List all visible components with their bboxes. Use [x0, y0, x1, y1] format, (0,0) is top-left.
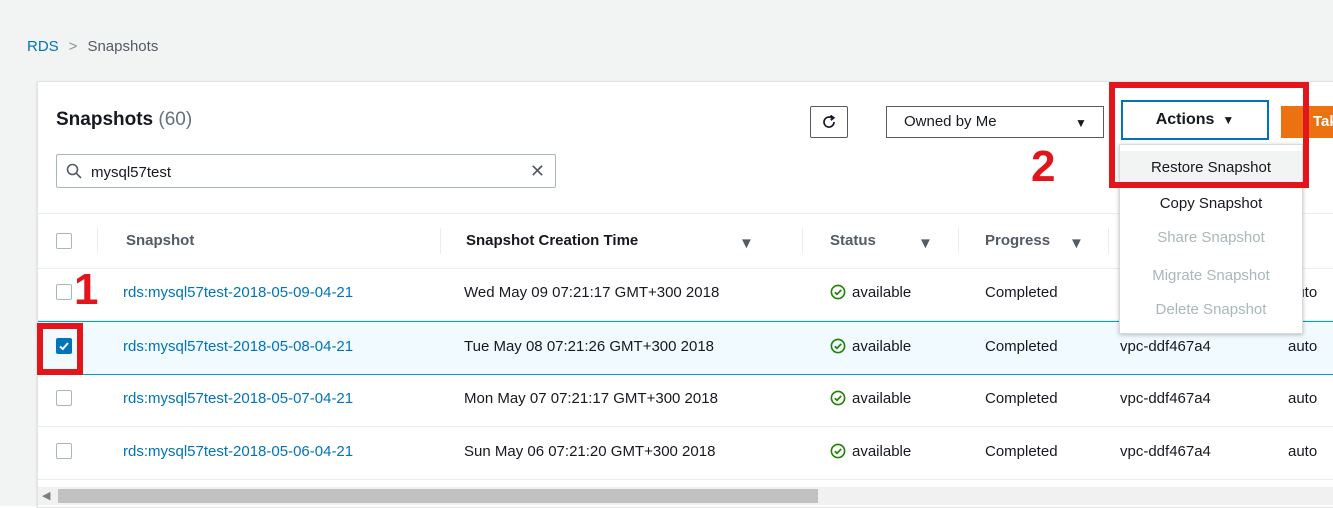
snapshot-link[interactable]: rds:mysql57test-2018-05-09-04-21 — [123, 284, 353, 301]
actions-button-label: Actions — [1155, 111, 1215, 128]
breadcrumb: RDS > Snapshots — [27, 38, 158, 55]
refresh-button[interactable] — [810, 106, 848, 138]
horizontal-scrollbar[interactable]: ◀ — [38, 487, 1333, 505]
type-cell: auto — [1288, 443, 1318, 460]
creation-time: Mon May 07 07:21:17 GMT+300 2018 — [464, 390, 718, 407]
scrollbar-thumb[interactable] — [58, 489, 818, 503]
breadcrumb-rds-link[interactable]: RDS — [27, 38, 59, 55]
search-box[interactable]: ✕ — [56, 154, 556, 188]
check-circle-icon — [830, 338, 846, 354]
check-circle-icon — [830, 390, 846, 406]
check-circle-icon — [830, 284, 846, 300]
snapshot-link[interactable]: rds:mysql57test-2018-05-06-04-21 — [123, 443, 353, 460]
search-icon — [66, 163, 82, 179]
caret-down-icon: ▼ — [1075, 116, 1087, 130]
owner-filter-value: Owned by Me — [904, 113, 997, 130]
row-checkbox[interactable] — [56, 443, 72, 459]
status-text: available — [852, 390, 912, 407]
scroll-left-arrow-icon[interactable]: ◀ — [42, 489, 50, 502]
breadcrumb-current: Snapshots — [87, 38, 159, 55]
sort-icon[interactable]: ▼ — [918, 235, 933, 252]
vpc-cell: vpc-ddf467a4 — [1120, 390, 1211, 407]
snapshot-link[interactable]: rds:mysql57test-2018-05-08-04-21 — [123, 338, 353, 355]
status-cell: available — [830, 284, 911, 301]
status-text: available — [852, 443, 912, 460]
snapshots-panel: Snapshots (60) ✕ Owned by Me ▼ Actions▼ … — [37, 81, 1333, 508]
actions-button[interactable]: Actions ▼ — [1121, 100, 1269, 140]
row-checkbox[interactable] — [56, 284, 72, 300]
panel-title-text: Snapshots — [56, 109, 154, 130]
status-cell: available — [830, 443, 911, 460]
column-header-creation-time-label: Snapshot Creation Time — [466, 232, 639, 249]
sort-descending-icon[interactable]: ▼ — [739, 235, 754, 252]
column-header-snapshot[interactable]: Snapshot — [126, 232, 194, 249]
caret-down-icon: ▼ — [1222, 113, 1235, 127]
column-divider — [1108, 228, 1109, 254]
vpc-cell: vpc-ddf467a4 — [1120, 443, 1211, 460]
row-checkbox[interactable] — [56, 390, 72, 406]
check-circle-icon — [830, 443, 846, 459]
column-header-progress[interactable]: Progress — [985, 232, 1050, 249]
clear-search-icon[interactable]: ✕ — [530, 161, 545, 182]
select-all-checkbox[interactable] — [56, 233, 72, 249]
status-cell: available — [830, 338, 911, 355]
type-cell: auto — [1288, 338, 1318, 355]
refresh-icon — [823, 114, 836, 128]
progress-cell: Completed — [985, 443, 1058, 460]
status-text: available — [852, 284, 912, 301]
menu-item-copy-snapshot[interactable]: Copy Snapshot — [1120, 187, 1302, 221]
annotation-frame-checkbox — [37, 323, 83, 375]
creation-time: Tue May 08 07:21:26 GMT+300 2018 — [464, 338, 715, 355]
column-divider — [802, 228, 803, 254]
table-row[interactable]: rds:mysql57test-2018-05-07-04-21 Mon May… — [38, 374, 1333, 427]
breadcrumb-separator: > — [68, 38, 78, 55]
owner-filter-select[interactable]: Owned by Me ▼ — [886, 106, 1104, 138]
search-input[interactable] — [89, 160, 533, 184]
column-divider — [958, 228, 959, 254]
snapshot-link[interactable]: rds:mysql57test-2018-05-07-04-21 — [123, 390, 353, 407]
menu-item-restore-snapshot[interactable]: Restore Snapshot — [1120, 151, 1302, 185]
take-snapshot-button[interactable]: Tak — [1281, 106, 1333, 138]
annotation-step-2: 2 — [1031, 142, 1056, 191]
type-cell: auto — [1288, 390, 1318, 407]
progress-cell: Completed — [985, 338, 1058, 355]
actions-dropdown-menu: Restore Snapshot Copy Snapshot Share Sna… — [1119, 144, 1303, 334]
creation-time: Sun May 06 07:21:20 GMT+300 2018 — [464, 443, 716, 460]
column-divider — [97, 228, 98, 254]
menu-item-delete-snapshot: Delete Snapshot — [1155, 301, 1267, 318]
status-text: available — [852, 338, 912, 355]
menu-item-migrate-snapshot: Migrate Snapshot — [1152, 267, 1270, 284]
sort-icon[interactable]: ▼ — [1069, 235, 1084, 252]
table-row[interactable]: rds:mysql57test-2018-05-06-04-21 Sun May… — [38, 427, 1333, 480]
snapshot-count: (60) — [158, 109, 193, 130]
page-title: Snapshots (60) — [56, 109, 192, 131]
vpc-cell: vpc-ddf467a4 — [1120, 338, 1211, 355]
progress-cell: Completed — [985, 284, 1058, 301]
status-cell: available — [830, 390, 911, 407]
menu-item-share-snapshot: Share Snapshot — [1157, 229, 1265, 246]
annotation-step-1: 1 — [74, 265, 99, 314]
column-divider — [440, 228, 441, 254]
column-header-status[interactable]: Status — [830, 232, 876, 249]
console-background: RDS > Snapshots Snapshots (60) ✕ Owned by … — [0, 0, 1333, 508]
creation-time: Wed May 09 07:21:17 GMT+300 2018 — [464, 284, 720, 301]
progress-cell: Completed — [985, 390, 1058, 407]
column-header-creation-time[interactable]: Snapshot Creation Time — [466, 232, 638, 249]
